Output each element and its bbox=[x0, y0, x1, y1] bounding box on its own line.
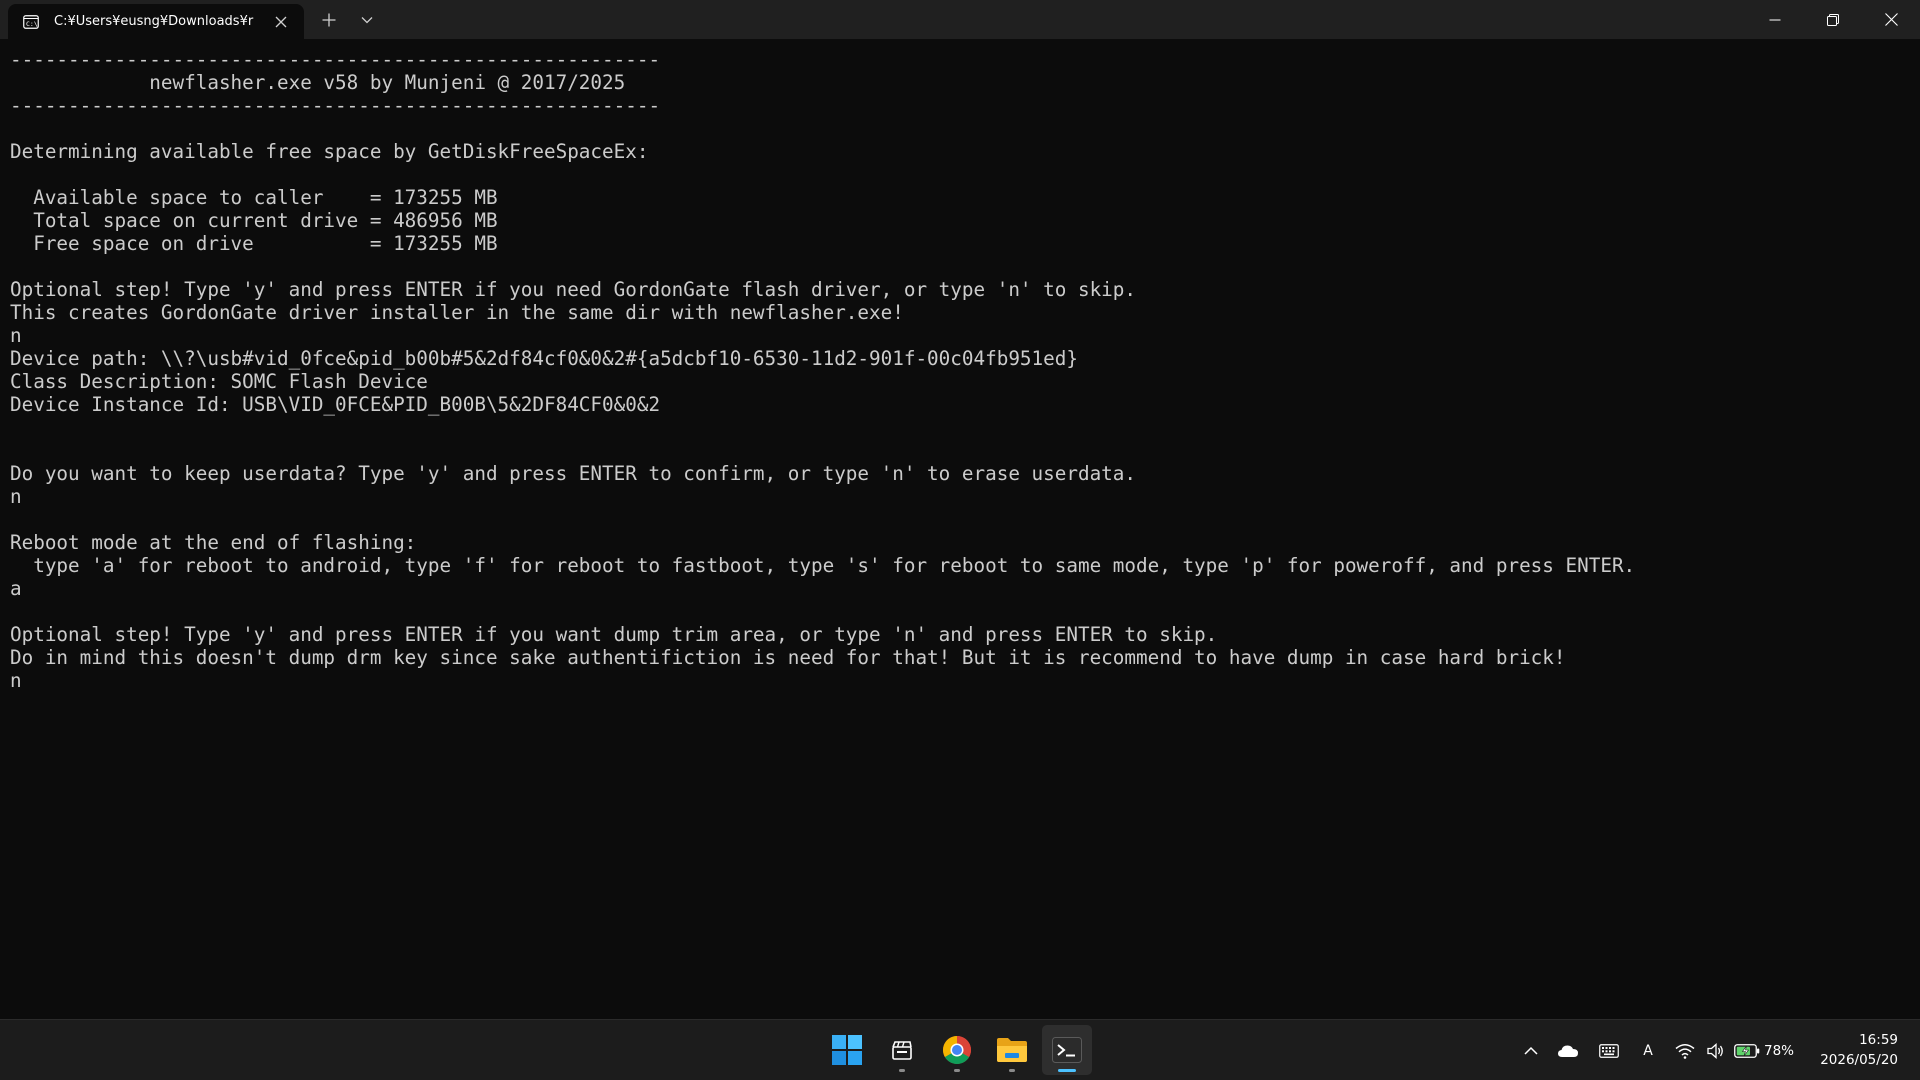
terminal-line: type 'a' for reboot to android, type 'f'… bbox=[10, 554, 1636, 577]
terminal-line: Optional step! Type 'y' and press ENTER … bbox=[10, 623, 1218, 646]
folder-icon bbox=[997, 1038, 1027, 1062]
terminal-line: Determining available free space by GetD… bbox=[10, 140, 649, 163]
terminal-line: n bbox=[10, 669, 22, 692]
minimize-button[interactable] bbox=[1746, 0, 1804, 39]
running-indicator bbox=[954, 1069, 960, 1072]
taskbar-app-chrome[interactable] bbox=[932, 1025, 982, 1075]
clapperboard-icon bbox=[892, 1041, 912, 1060]
close-button[interactable] bbox=[1862, 0, 1920, 39]
restore-button[interactable] bbox=[1804, 0, 1862, 39]
ime-mode-button[interactable]: A bbox=[1628, 1031, 1668, 1071]
taskbar-app-terminal[interactable] bbox=[1042, 1025, 1092, 1075]
window-controls bbox=[1746, 0, 1920, 39]
terminal-line: This creates GordonGate driver installer… bbox=[10, 301, 904, 324]
terminal-line: n bbox=[10, 324, 22, 347]
terminal-line: Device path: \\?\usb#vid_0fce&pid_b00b#5… bbox=[10, 347, 1078, 370]
tab-title: C:¥Users¥eusng¥Downloads¥r bbox=[54, 14, 254, 29]
battery-button[interactable]: 78% bbox=[1730, 1031, 1794, 1071]
tab-close-icon[interactable] bbox=[270, 11, 292, 33]
restore-icon bbox=[1827, 13, 1839, 26]
tab-dropdown-button[interactable] bbox=[348, 0, 386, 39]
running-indicator bbox=[899, 1069, 905, 1072]
terminal-line: n bbox=[10, 485, 22, 508]
new-tab-button[interactable] bbox=[310, 0, 348, 39]
running-indicator bbox=[1009, 1069, 1015, 1072]
terminal-line: Optional step! Type 'y' and press ENTER … bbox=[10, 278, 1137, 301]
terminal-line: Available space to caller = 173255 MB bbox=[10, 186, 498, 209]
chrome-icon bbox=[943, 1036, 971, 1064]
windows-logo-icon bbox=[832, 1035, 862, 1065]
terminal-line: Do you want to keep userdata? Type 'y' a… bbox=[10, 462, 1137, 485]
network-button[interactable] bbox=[1668, 1031, 1702, 1071]
keyboard-icon bbox=[1599, 1043, 1619, 1058]
taskbar-apps bbox=[822, 1025, 1097, 1075]
battery-percent: 78% bbox=[1764, 1042, 1795, 1059]
terminal-icon: C:\ bbox=[22, 13, 40, 31]
onedrive-button[interactable] bbox=[1546, 1031, 1590, 1071]
chevron-up-icon bbox=[1524, 1046, 1538, 1055]
volume-button[interactable] bbox=[1702, 1031, 1730, 1071]
terminal-line: Device Instance Id: USB\VID_0FCE&PID_B00… bbox=[10, 393, 661, 416]
terminal-line: Free space on drive = 173255 MB bbox=[10, 232, 498, 255]
start-button[interactable] bbox=[822, 1025, 872, 1075]
tab-terminal[interactable]: C:\ C:¥Users¥eusng¥Downloads¥r bbox=[8, 4, 304, 39]
terminal-line: newflasher.exe v58 by Munjeni @ 2017/202… bbox=[10, 71, 626, 94]
terminal-line: Class Description: SOMC Flash Device bbox=[10, 370, 428, 393]
title-bar: C:\ C:¥Users¥eusng¥Downloads¥r bbox=[0, 0, 1920, 39]
terminal-line: Total space on current drive = 486956 MB bbox=[10, 209, 498, 232]
clock-date: 2026/05/20 bbox=[1820, 1052, 1898, 1068]
system-tray: A 78% bbox=[1516, 1020, 1794, 1080]
active-indicator bbox=[1058, 1069, 1076, 1072]
terminal-line: a bbox=[10, 577, 22, 600]
cloud-icon bbox=[1558, 1045, 1578, 1057]
speaker-icon bbox=[1707, 1042, 1723, 1059]
taskbar-app-clapper[interactable] bbox=[877, 1025, 927, 1075]
battery-charging-icon bbox=[1734, 1043, 1760, 1058]
close-icon bbox=[1884, 13, 1898, 26]
touch-keyboard-button[interactable] bbox=[1590, 1031, 1628, 1071]
wifi-icon bbox=[1675, 1043, 1695, 1059]
plus-icon bbox=[322, 13, 336, 26]
show-hidden-icons-button[interactable] bbox=[1516, 1031, 1546, 1071]
svg-text:C:\: C:\ bbox=[26, 20, 38, 28]
clock-button[interactable]: 16:59 2026/05/20 bbox=[1820, 1030, 1898, 1070]
ime-label: A bbox=[1643, 1042, 1653, 1059]
terminal-output[interactable]: ----------------------------------------… bbox=[0, 39, 1920, 1019]
terminal-line: ----------------------------------------… bbox=[10, 94, 661, 117]
terminal-line: Do in mind this doesn't dump drm key sin… bbox=[10, 646, 1566, 669]
taskbar: A 78% 16:59 2026/05/20 bbox=[0, 1019, 1920, 1080]
clock-time: 16:59 bbox=[1859, 1032, 1898, 1048]
minimize-icon bbox=[1769, 19, 1781, 20]
chevron-down-icon bbox=[361, 16, 373, 23]
terminal-icon bbox=[1052, 1037, 1082, 1063]
terminal-line: Reboot mode at the end of flashing: bbox=[10, 531, 417, 554]
terminal-line: ----------------------------------------… bbox=[10, 48, 661, 71]
taskbar-app-file-explorer[interactable] bbox=[987, 1025, 1037, 1075]
